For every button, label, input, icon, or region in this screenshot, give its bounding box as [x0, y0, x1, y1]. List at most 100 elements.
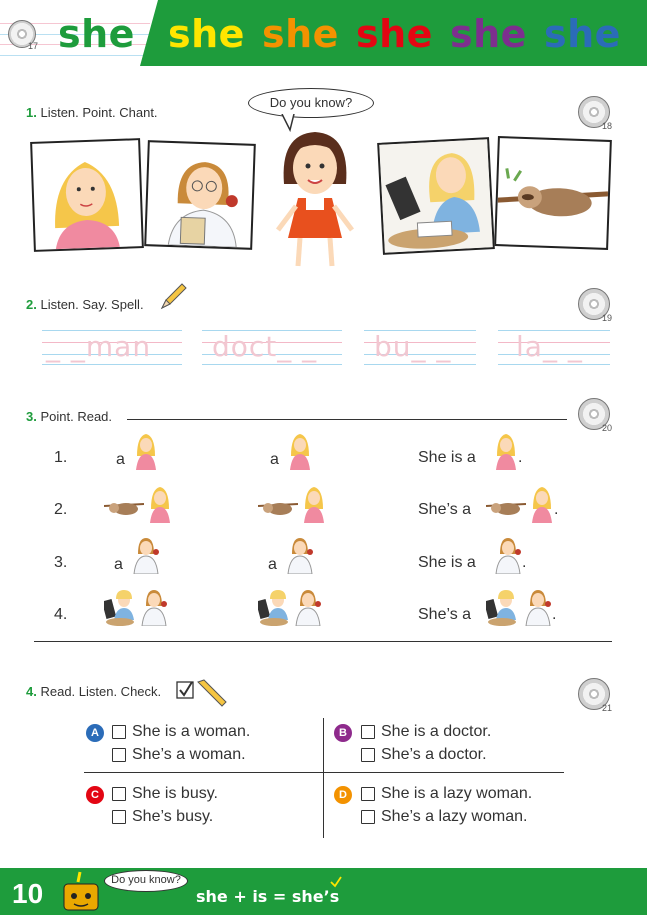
header-word-4: she: [356, 12, 433, 56]
cd-icon[interactable]: 17: [8, 20, 38, 51]
row-text: a: [270, 451, 279, 468]
header-word-6: she: [544, 12, 621, 56]
woman-icon: [150, 487, 170, 523]
header-word-2: she: [168, 12, 245, 56]
checkbox[interactable]: [112, 787, 126, 801]
checkbox[interactable]: [361, 748, 375, 762]
section-title-text: Listen. Point. Chant.: [40, 105, 158, 120]
check-option[interactable]: She’s busy.: [112, 808, 213, 826]
sloth-icon: [497, 168, 609, 217]
busy-woman-icon: [486, 590, 516, 626]
row-text: a: [268, 556, 277, 573]
option-text: She’s busy.: [132, 808, 214, 825]
header-word-3: she: [262, 12, 339, 56]
track-number: 20: [601, 423, 612, 433]
option-text: She is a lazy woman.: [381, 785, 533, 802]
section-number: 1.: [26, 105, 37, 120]
header-word-5: she: [450, 12, 527, 56]
busy-woman-icon: [104, 590, 134, 626]
checkbox[interactable]: [112, 725, 126, 739]
picture-doctor[interactable]: [144, 140, 256, 250]
sloth-icon: [486, 503, 526, 515]
spelling-line-1[interactable]: _ _man: [42, 330, 182, 365]
spelling-word: la_ _: [516, 330, 583, 363]
option-text: She’s a woman.: [132, 746, 246, 763]
checkbox[interactable]: [361, 725, 375, 739]
picture-girl[interactable]: [270, 126, 360, 274]
speech-bubble-text: Do you know?: [269, 95, 353, 110]
picture-sloth[interactable]: [494, 136, 612, 250]
track-number: 21: [601, 703, 612, 713]
spelling-line-4[interactable]: la_ _: [498, 330, 610, 365]
section-title-text: Read. Listen. Check.: [40, 684, 162, 699]
page-number: 10: [12, 878, 44, 909]
spelling-word: doct_ _: [212, 330, 318, 363]
row-number: 2.: [54, 501, 68, 518]
checkmark-icon: [330, 876, 342, 888]
row-sentence: She is a: [418, 449, 476, 466]
row-number: 3.: [54, 554, 68, 571]
checkbox[interactable]: [112, 810, 126, 824]
speech-bubble-text: Do you know?: [111, 874, 181, 886]
check-option[interactable]: She’s a woman.: [112, 746, 246, 764]
section-title-text: Point. Read.: [40, 409, 113, 424]
row-period: .: [554, 501, 559, 518]
spelling-line-3[interactable]: bu_ _: [364, 330, 476, 365]
checkbox[interactable]: [361, 787, 375, 801]
row-number: 1.: [54, 449, 68, 466]
doctor-icon: [295, 590, 321, 626]
pencil-icon: [160, 283, 187, 310]
row-sentence: She is a: [418, 554, 476, 571]
check-option[interactable]: She is a lazy woman.: [361, 785, 532, 803]
picture-busy-woman[interactable]: [377, 137, 495, 255]
doctor-icon: [141, 590, 167, 626]
spelling-line-2[interactable]: doct_ _: [202, 330, 342, 365]
check-option[interactable]: She is busy.: [112, 785, 218, 803]
grid-horizontal-line: [84, 772, 564, 773]
speech-bubble: Do you know?: [248, 88, 374, 118]
section-divider: [34, 641, 612, 642]
section3-title: 3. Point. Read.: [26, 409, 112, 424]
section4-title: 4. Read. Listen. Check.: [26, 684, 161, 699]
section-number: 3.: [26, 409, 37, 424]
busy-woman-icon: [379, 139, 493, 253]
option-text: She is busy.: [132, 785, 218, 802]
row-sentence: She’s a: [418, 606, 472, 623]
spelling-word: bu_ _: [374, 330, 452, 363]
track-number: 17: [27, 41, 38, 51]
cd-icon[interactable]: 21: [578, 678, 612, 713]
option-text: She’s a lazy woman.: [381, 808, 528, 825]
checkbox[interactable]: [112, 748, 126, 762]
row-sentence: She’s a: [418, 501, 472, 518]
section2-title: 2. Listen. Say. Spell.: [26, 297, 144, 312]
row-text: a: [116, 451, 125, 468]
option-text: She is a doctor.: [381, 723, 492, 740]
cd-icon[interactable]: 20: [578, 398, 612, 433]
cd-icon[interactable]: 19: [578, 288, 612, 323]
track-number: 19: [601, 313, 612, 323]
check-option[interactable]: She’s a doctor.: [361, 746, 487, 764]
check-option[interactable]: She’s a lazy woman.: [361, 808, 527, 826]
doctor-icon: [167, 162, 238, 248]
row-period: .: [518, 449, 523, 466]
grammar-formula: she + is = she’s: [196, 887, 340, 906]
picture-woman[interactable]: [30, 138, 144, 252]
mascot-icon: [63, 871, 99, 911]
row-number: 4.: [54, 606, 68, 623]
doctor-icon: [287, 538, 313, 574]
busy-woman-icon: [258, 590, 288, 626]
woman-icon: [290, 434, 310, 470]
check-option[interactable]: She is a doctor.: [361, 723, 491, 741]
section-number: 2.: [26, 297, 37, 312]
option-badge-b: B: [334, 724, 352, 742]
option-badge-c: C: [86, 786, 104, 804]
row-period: .: [552, 606, 557, 623]
woman-icon: [304, 487, 324, 523]
row-text: a: [114, 556, 123, 573]
doctor-icon: [495, 538, 521, 574]
cd-icon[interactable]: 18: [578, 96, 612, 131]
checkbox[interactable]: [361, 810, 375, 824]
check-option[interactable]: She is a woman.: [112, 723, 250, 741]
sloth-icon: [258, 503, 298, 515]
option-badge-a: A: [86, 724, 104, 742]
